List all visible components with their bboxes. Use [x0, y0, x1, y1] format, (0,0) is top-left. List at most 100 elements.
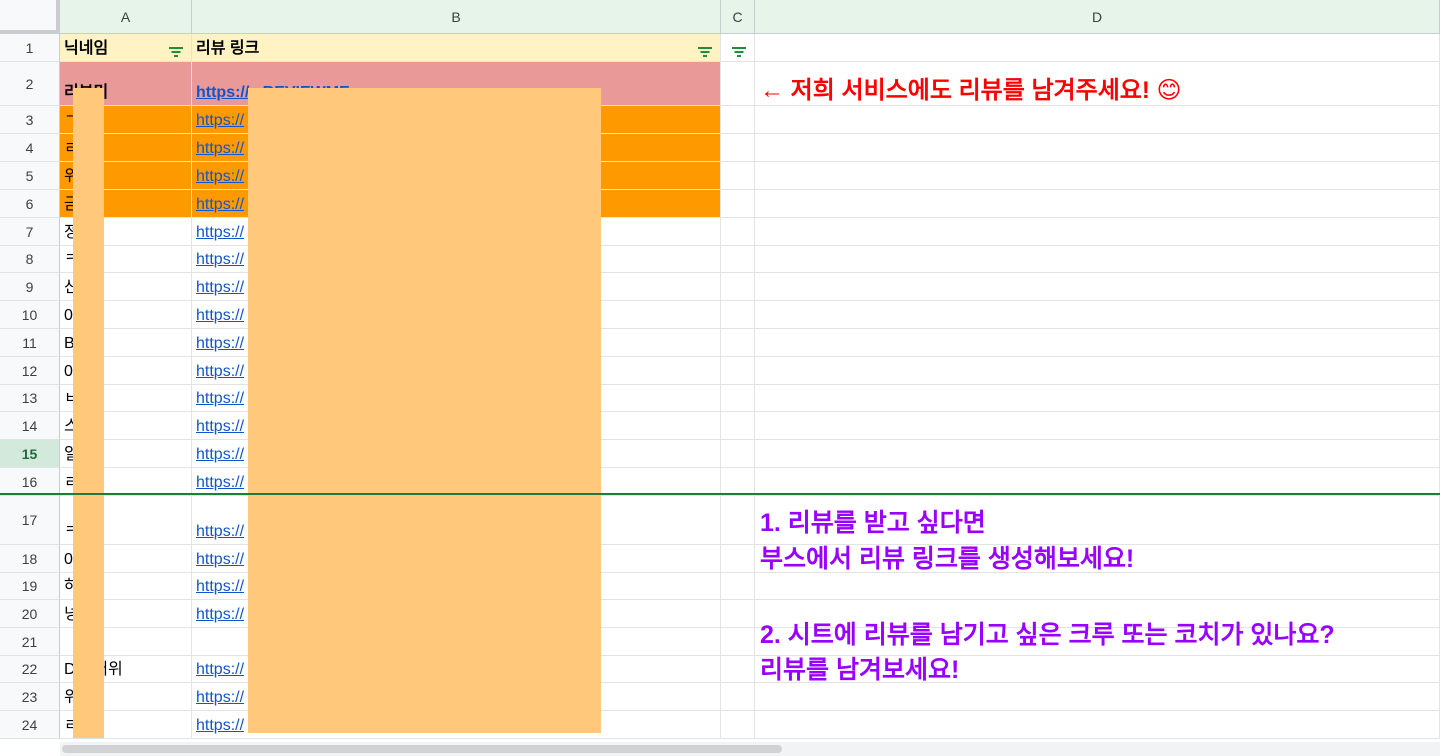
row-header[interactable]: 15 [0, 440, 60, 468]
cell-d23[interactable] [755, 683, 1440, 711]
row-header[interactable]: 7 [0, 218, 60, 246]
cell-d12[interactable] [755, 357, 1440, 385]
cell-d3[interactable] [755, 106, 1440, 134]
cell-d10[interactable] [755, 301, 1440, 329]
cell-d11[interactable] [755, 329, 1440, 357]
frozen-rows-divider[interactable] [0, 493, 1440, 495]
review-link[interactable]: https:// [196, 168, 244, 186]
column-header-c[interactable]: C [721, 0, 755, 34]
cell-c14[interactable] [721, 412, 755, 440]
cell-c15[interactable] [721, 440, 755, 468]
row-header[interactable]: 24 [0, 711, 60, 739]
cell-d15[interactable] [755, 440, 1440, 468]
cell-c24[interactable] [721, 711, 755, 739]
row-header[interactable]: 1 [0, 34, 60, 62]
review-link[interactable]: https:// [196, 523, 244, 541]
row-header[interactable]: 6 [0, 190, 60, 218]
row-header[interactable]: 21 [0, 628, 60, 656]
cell-c9[interactable] [721, 273, 755, 301]
review-link[interactable]: https:// [196, 474, 244, 492]
review-link[interactable]: https:// [196, 363, 244, 381]
review-link[interactable]: https:// [196, 390, 244, 408]
cell-c2[interactable] [721, 62, 755, 106]
cell-d7[interactable] [755, 218, 1440, 246]
cell-c7[interactable] [721, 218, 755, 246]
row-header[interactable]: 16 [0, 468, 60, 496]
row-header[interactable]: 12 [0, 357, 60, 385]
review-link[interactable]: https:// [196, 140, 244, 158]
review-link[interactable]: https:// [196, 251, 244, 269]
cell-c16[interactable] [721, 468, 755, 496]
filter-icon-c[interactable] [732, 47, 746, 57]
cell-d5[interactable] [755, 162, 1440, 190]
cell-c19[interactable] [721, 573, 755, 600]
cell-c4[interactable] [721, 134, 755, 162]
review-link[interactable]: https:// [196, 279, 244, 297]
cell-c5[interactable] [721, 162, 755, 190]
review-link[interactable]: https:// [196, 661, 244, 679]
cell-c3[interactable] [721, 106, 755, 134]
filter-icon-nickname[interactable] [169, 47, 183, 57]
cell-c13[interactable] [721, 385, 755, 412]
redaction-box-links [248, 88, 601, 733]
review-link[interactable]: https:// [196, 335, 244, 353]
cell-c23[interactable] [721, 683, 755, 711]
row-header[interactable]: 10 [0, 301, 60, 329]
row-header[interactable]: 13 [0, 385, 60, 412]
select-all-corner[interactable] [0, 0, 60, 34]
cell-c10[interactable] [721, 301, 755, 329]
row-header[interactable]: 8 [0, 246, 60, 273]
scrollbar-thumb[interactable] [62, 745, 782, 753]
cell-c6[interactable] [721, 190, 755, 218]
filter-icon-review-link[interactable] [698, 47, 712, 57]
review-link[interactable]: https:// [196, 418, 244, 436]
row-header[interactable]: 17 [0, 496, 60, 545]
row-header[interactable]: 19 [0, 573, 60, 600]
row-header[interactable]: 23 [0, 683, 60, 711]
review-link[interactable]: https:// [196, 446, 244, 464]
review-link[interactable]: https:// [196, 112, 244, 130]
cell-c18[interactable] [721, 545, 755, 573]
review-link[interactable]: https:// [196, 551, 244, 569]
cell-d13[interactable] [755, 385, 1440, 412]
row-header[interactable]: 11 [0, 329, 60, 357]
cell-d9[interactable] [755, 273, 1440, 301]
cell-c8[interactable] [721, 246, 755, 273]
header-review-link[interactable]: 리뷰 링크 [192, 34, 721, 62]
header-nickname[interactable]: 닉네임 [60, 34, 192, 62]
cell-d14[interactable] [755, 412, 1440, 440]
review-link[interactable]: https:// [196, 196, 244, 214]
cell-c20[interactable] [721, 600, 755, 628]
cell-d1[interactable] [755, 34, 1440, 62]
row-header[interactable]: 14 [0, 412, 60, 440]
cell-c22[interactable] [721, 656, 755, 683]
row-header[interactable]: 9 [0, 273, 60, 301]
cell-c12[interactable] [721, 357, 755, 385]
cell-d8[interactable] [755, 246, 1440, 273]
cell-c11[interactable] [721, 329, 755, 357]
column-header-a[interactable]: A [60, 0, 192, 34]
column-header-b[interactable]: B [192, 0, 721, 34]
cell-c21[interactable] [721, 628, 755, 656]
row-header[interactable]: 22 [0, 656, 60, 683]
review-link[interactable]: https:// [196, 224, 244, 242]
review-link[interactable]: https:// [196, 307, 244, 325]
row-header[interactable]: 18 [0, 545, 60, 573]
column-header-d[interactable]: D [755, 0, 1440, 34]
review-link[interactable]: https:// [196, 689, 244, 707]
cell-d16[interactable] [755, 468, 1440, 496]
row-header[interactable]: 4 [0, 134, 60, 162]
cell-d24[interactable] [755, 711, 1440, 739]
row-header[interactable]: 20 [0, 600, 60, 628]
cell-d4[interactable] [755, 134, 1440, 162]
review-link[interactable]: https:// [196, 578, 244, 596]
row-header[interactable]: 2 [0, 62, 60, 106]
cell-d19[interactable] [755, 573, 1440, 600]
row-header[interactable]: 5 [0, 162, 60, 190]
cell-c1[interactable] [721, 34, 755, 62]
cell-c17[interactable] [721, 496, 755, 545]
review-link[interactable]: https:// [196, 606, 244, 624]
row-header[interactable]: 3 [0, 106, 60, 134]
cell-d6[interactable] [755, 190, 1440, 218]
review-link[interactable]: https:// [196, 717, 244, 735]
